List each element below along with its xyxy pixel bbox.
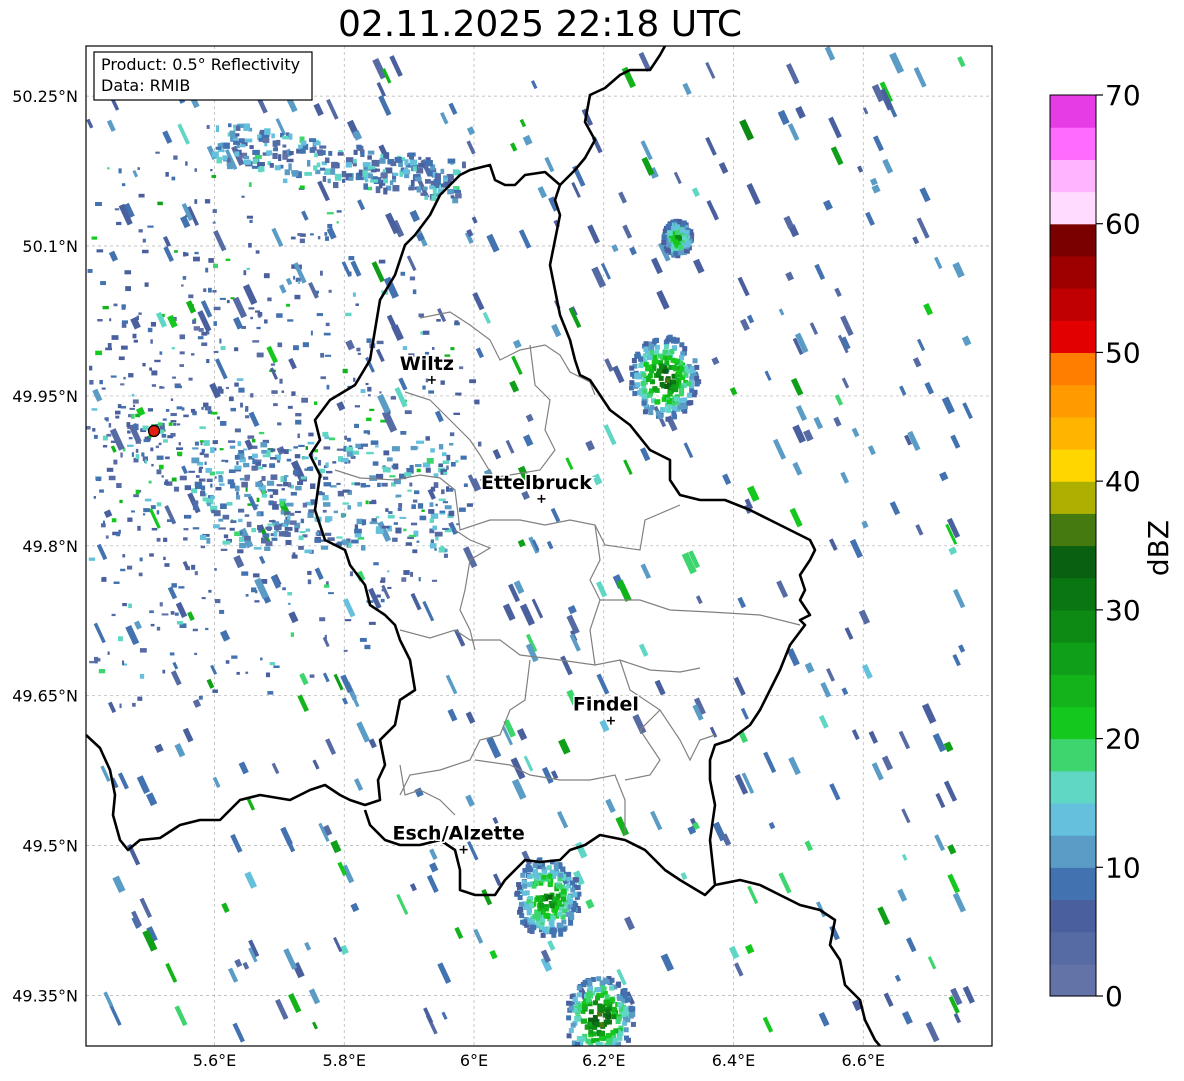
- colorbar-bins: [1050, 95, 1096, 997]
- colorbar-bin: [1050, 95, 1096, 128]
- colorbar-tick-label: 50: [1105, 336, 1141, 369]
- colorbar-tick-label: 10: [1105, 851, 1141, 884]
- colorbar-bin: [1050, 770, 1096, 804]
- colorbar-bin: [1050, 835, 1096, 868]
- colorbar-tick-label: 20: [1105, 723, 1141, 756]
- colorbar: 0 10 20 30 40 50 60 70 dBZ: [1049, 79, 1175, 1013]
- colorbar-ticks: 0 10 20 30 40 50 60 70: [1096, 79, 1141, 1013]
- colorbar-bin: [1050, 899, 1096, 933]
- colorbar-bin: [1050, 255, 1096, 289]
- colorbar-bin: [1050, 931, 1096, 965]
- colorbar-bin: [1050, 481, 1096, 514]
- colorbar-bin: [1050, 513, 1096, 547]
- colorbar-bin: [1050, 448, 1096, 482]
- colorbar-bin: [1050, 738, 1096, 772]
- colorbar-bin: [1050, 127, 1096, 160]
- colorbar-bin: [1050, 867, 1096, 901]
- colorbar-tick-label: 40: [1105, 465, 1141, 498]
- colorbar-bin: [1050, 288, 1096, 321]
- colorbar-bin: [1050, 802, 1096, 836]
- colorbar-bin: [1050, 416, 1096, 450]
- colorbar-tick-label: 0: [1105, 980, 1123, 1013]
- colorbar-bin: [1050, 674, 1096, 707]
- colorbar-tick-label: 60: [1105, 208, 1141, 241]
- colorbar-bin: [1050, 384, 1096, 418]
- colorbar-bin: [1050, 642, 1096, 675]
- colorbar-bin: [1050, 963, 1096, 997]
- colorbar-bin: [1050, 609, 1096, 643]
- colorbar-tick-label: 70: [1105, 79, 1141, 112]
- colorbar-label: dBZ: [1142, 520, 1175, 576]
- colorbar-tick-label: 30: [1105, 594, 1141, 627]
- colorbar-bin: [1050, 320, 1096, 354]
- colorbar-bin: [1050, 352, 1096, 386]
- colorbar-bin: [1050, 223, 1096, 257]
- colorbar-bin: [1050, 191, 1096, 225]
- colorbar-bin: [1050, 577, 1096, 611]
- colorbar-bin: [1050, 545, 1096, 579]
- colorbar-bin: [1050, 706, 1096, 740]
- colorbar-bin: [1050, 159, 1096, 193]
